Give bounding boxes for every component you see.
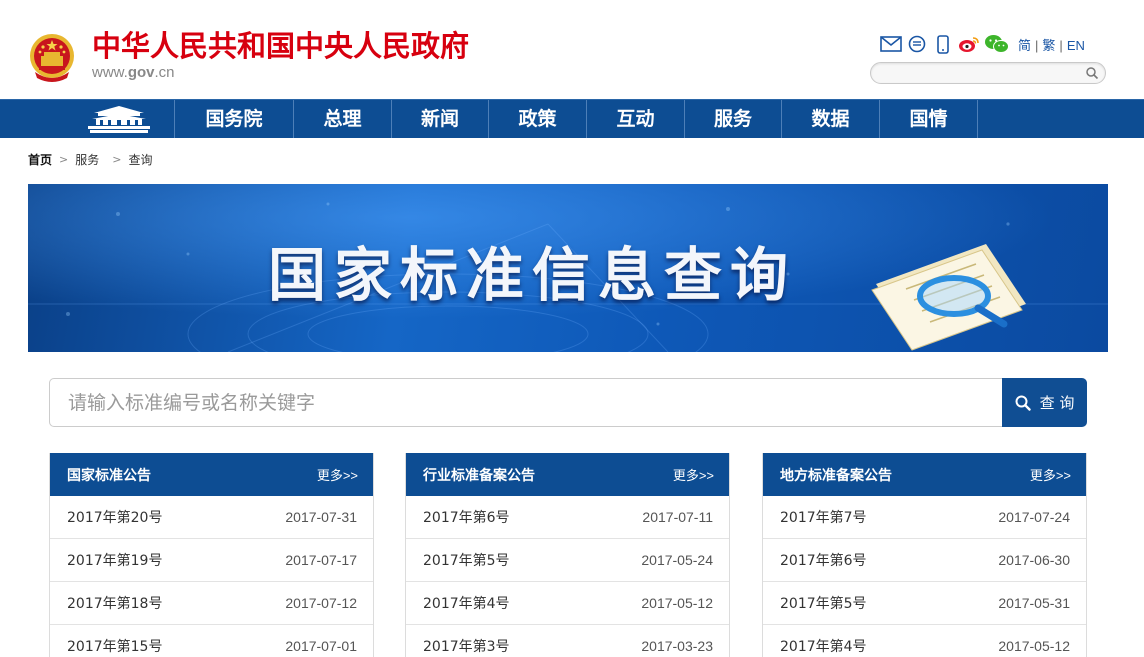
site-url-bold: gov bbox=[127, 64, 155, 81]
list-item[interactable]: 2017年第4号 2017-05-12 bbox=[406, 582, 729, 625]
list-item[interactable]: 2017年第3号 2017-03-23 bbox=[406, 625, 729, 657]
nav-item-news[interactable]: 新闻 bbox=[391, 100, 488, 138]
site-header: 中华人民共和国中央人民政府 www.gov.cn 简 | 繁 | EN bbox=[0, 0, 1144, 99]
item-date: 2017-06-30 bbox=[998, 552, 1070, 568]
national-standard-panel: 国家标准公告 更多>> 2017年第20号 2017-07-31 2017年第19… bbox=[49, 453, 374, 657]
national-emblem-icon[interactable] bbox=[27, 32, 77, 84]
nav-item-policy[interactable]: 政策 bbox=[488, 100, 586, 138]
panel-title[interactable]: 行业标准备案公告 bbox=[423, 465, 535, 485]
more-link[interactable]: 更多>> bbox=[673, 465, 714, 484]
list-item[interactable]: 2017年第15号 2017-07-01 bbox=[50, 625, 373, 657]
nav-item-services[interactable]: 服务 bbox=[684, 100, 781, 138]
panel-title[interactable]: 国家标准公告 bbox=[67, 465, 151, 485]
site-url-prefix: www. bbox=[92, 64, 128, 81]
chevron-right-icon: > bbox=[59, 153, 69, 166]
search-button[interactable]: 查 询 bbox=[1002, 378, 1087, 427]
breadcrumb: 首页 > 服务 > 查询 bbox=[28, 151, 152, 168]
mail-icon[interactable] bbox=[880, 34, 902, 54]
site-title[interactable]: 中华人民共和国中央人民政府 bbox=[92, 28, 469, 64]
item-date: 2017-05-31 bbox=[998, 595, 1070, 611]
item-title[interactable]: 2017年第4号 bbox=[423, 593, 510, 613]
message-icon[interactable] bbox=[906, 34, 928, 54]
panel-title[interactable]: 地方标准备案公告 bbox=[780, 465, 892, 485]
nav-item-data[interactable]: 数据 bbox=[781, 100, 879, 138]
lang-simplified-link[interactable]: 简 bbox=[1018, 38, 1031, 53]
header-search-box bbox=[870, 62, 1106, 84]
tiananmen-icon[interactable] bbox=[86, 103, 152, 135]
item-title[interactable]: 2017年第6号 bbox=[423, 507, 510, 527]
search-icon bbox=[1015, 395, 1031, 411]
breadcrumb-home[interactable]: 首页 bbox=[28, 151, 52, 168]
list-item[interactable]: 2017年第4号 2017-05-12 bbox=[763, 625, 1086, 657]
nav-item-national-info[interactable]: 国情 bbox=[879, 100, 977, 138]
panel-header: 国家标准公告 更多>> bbox=[50, 453, 373, 496]
list-item[interactable]: 2017年第20号 2017-07-31 bbox=[50, 496, 373, 539]
standard-search-input[interactable] bbox=[49, 378, 1003, 427]
list-item[interactable]: 2017年第5号 2017-05-24 bbox=[406, 539, 729, 582]
nav-item-premier[interactable]: 总理 bbox=[293, 100, 391, 138]
lang-traditional-link[interactable]: 繁 bbox=[1042, 38, 1055, 53]
top-links: 简 | 繁 | EN bbox=[880, 33, 1085, 55]
item-date: 2017-07-11 bbox=[642, 509, 713, 525]
mobile-icon[interactable] bbox=[932, 34, 954, 54]
item-title[interactable]: 2017年第20号 bbox=[67, 507, 162, 527]
list-item[interactable]: 2017年第19号 2017-07-17 bbox=[50, 539, 373, 582]
main-nav: 国务院 总理 新闻 政策 互动 服务 数据 国情 bbox=[0, 99, 1144, 138]
nav-divider bbox=[977, 100, 978, 138]
nav-item-state-council[interactable]: 国务院 bbox=[174, 100, 293, 138]
item-title[interactable]: 2017年第5号 bbox=[780, 593, 867, 613]
nav-item-interaction[interactable]: 互动 bbox=[586, 100, 684, 138]
list-item[interactable]: 2017年第18号 2017-07-12 bbox=[50, 582, 373, 625]
item-title[interactable]: 2017年第6号 bbox=[780, 550, 867, 570]
site-url-suffix: .cn bbox=[154, 64, 175, 81]
panel-header: 行业标准备案公告 更多>> bbox=[406, 453, 729, 496]
item-title[interactable]: 2017年第5号 bbox=[423, 550, 510, 570]
industry-standard-panel: 行业标准备案公告 更多>> 2017年第6号 2017-07-11 2017年第5… bbox=[405, 453, 730, 657]
local-standard-panel: 地方标准备案公告 更多>> 2017年第7号 2017-07-24 2017年第6… bbox=[762, 453, 1087, 657]
item-title[interactable]: 2017年第7号 bbox=[780, 507, 867, 527]
site-url[interactable]: www.gov.cn bbox=[92, 64, 175, 81]
item-date: 2017-07-24 bbox=[998, 509, 1070, 525]
item-date: 2017-07-01 bbox=[285, 638, 357, 654]
more-link[interactable]: 更多>> bbox=[317, 465, 358, 484]
item-date: 2017-05-12 bbox=[998, 638, 1070, 654]
item-title[interactable]: 2017年第18号 bbox=[67, 593, 162, 613]
wechat-icon[interactable] bbox=[984, 34, 1010, 54]
banner-title: 国家标准信息查询 bbox=[268, 241, 797, 309]
lang-separator: | bbox=[1059, 37, 1063, 53]
list-item[interactable]: 2017年第6号 2017-06-30 bbox=[763, 539, 1086, 582]
item-date: 2017-05-12 bbox=[641, 595, 713, 611]
weibo-icon[interactable] bbox=[958, 34, 980, 54]
item-title[interactable]: 2017年第4号 bbox=[780, 636, 867, 656]
panel-header: 地方标准备案公告 更多>> bbox=[763, 453, 1086, 496]
lang-separator: | bbox=[1035, 37, 1039, 53]
item-title[interactable]: 2017年第15号 bbox=[67, 636, 162, 656]
hero-banner: 国家标准信息查询 bbox=[28, 184, 1108, 352]
header-search-input[interactable] bbox=[881, 64, 1081, 84]
list-item[interactable]: 2017年第7号 2017-07-24 bbox=[763, 496, 1086, 539]
list-item[interactable]: 2017年第5号 2017-05-31 bbox=[763, 582, 1086, 625]
item-date: 2017-07-31 bbox=[285, 509, 357, 525]
breadcrumb-service[interactable]: 服务 bbox=[75, 151, 99, 168]
item-date: 2017-05-24 bbox=[641, 552, 713, 568]
language-switcher: 简 | 繁 | EN bbox=[1018, 35, 1085, 54]
item-date: 2017-07-17 bbox=[285, 552, 357, 568]
item-title[interactable]: 2017年第3号 bbox=[423, 636, 510, 656]
list-item[interactable]: 2017年第6号 2017-07-11 bbox=[406, 496, 729, 539]
item-title[interactable]: 2017年第19号 bbox=[67, 550, 162, 570]
more-link[interactable]: 更多>> bbox=[1030, 465, 1071, 484]
search-button-label: 查 询 bbox=[1039, 394, 1075, 412]
search-icon[interactable] bbox=[1085, 66, 1099, 80]
chevron-right-icon: > bbox=[112, 153, 122, 166]
item-date: 2017-03-23 bbox=[641, 638, 713, 654]
breadcrumb-current: 查询 bbox=[128, 153, 153, 167]
item-date: 2017-07-12 bbox=[285, 595, 357, 611]
standard-search-bar: 查 询 bbox=[49, 378, 1087, 427]
lang-english-link[interactable]: EN bbox=[1067, 38, 1085, 53]
